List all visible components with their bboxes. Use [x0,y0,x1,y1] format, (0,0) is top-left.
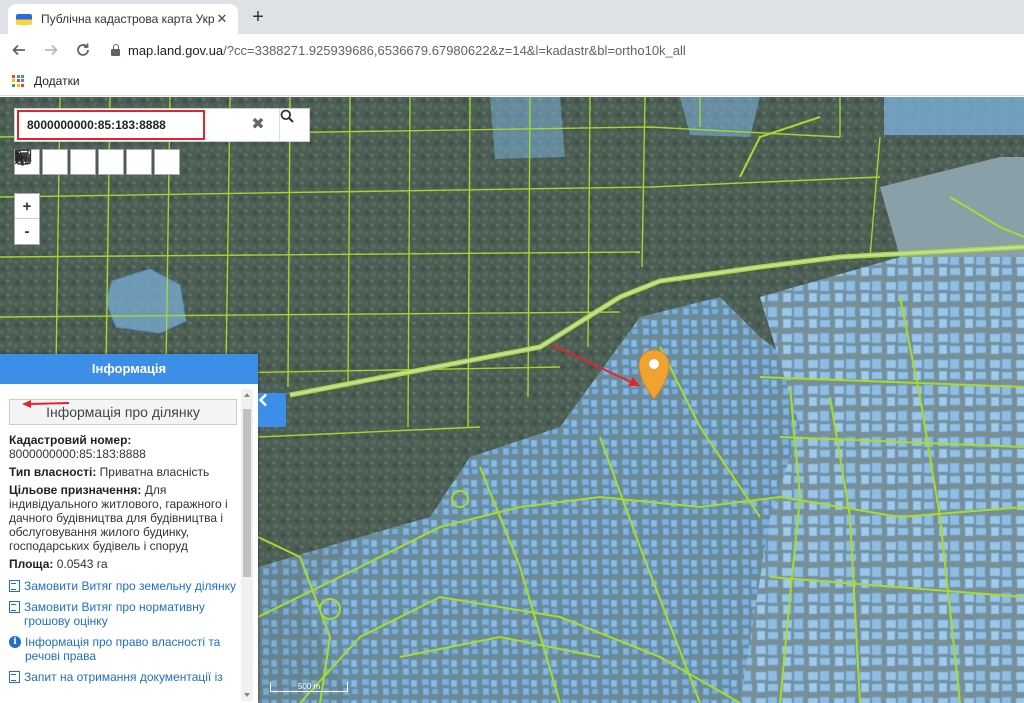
apps-grid-icon[interactable] [12,74,24,87]
cadastral-number-value: 8000000000:85:183:8888 [9,447,146,461]
chevron-left-icon [258,393,267,407]
reload-icon [77,43,89,56]
bookmarks-apps-label[interactable]: Додатки [34,74,80,88]
ownership-row: Тип власності: Приватна власність [9,465,237,479]
select-tool-button[interactable] [16,149,124,175]
ownership-value: Приватна власність [99,465,210,479]
search-button[interactable] [279,109,310,141]
apps-grid-dot [16,79,20,82]
info-panel-body: Інформація про ділянку Кадастровий номер… [0,384,258,703]
order-valuation-extract-link[interactable]: Замовити Витяг про нормативну грошову оц… [9,600,237,628]
map-scale-bar: 500 m [270,682,348,692]
measure-length-button[interactable]: M [16,149,68,175]
back-button[interactable] [6,37,32,63]
area-label: Площа: [9,557,54,571]
document-icon [9,580,20,592]
lock-icon [110,44,120,56]
purpose-label: Цільове призначення: [9,483,142,497]
zoom-in-button[interactable]: + [15,194,39,219]
scroll-down-icon[interactable] [244,693,250,697]
documentation-request-link[interactable]: Запит на отримання документації із [9,670,237,684]
tab-close-icon[interactable]: ✕ [214,11,230,27]
apps-grid-dot [21,79,24,82]
cadastral-number-row: 8000000000:85:183:8888 [9,400,237,461]
area-value: 0.0543 га [56,557,108,571]
clear-search-icon[interactable]: ✖ [248,115,268,135]
scrollbar-thumb[interactable] [243,409,251,577]
order-land-extract-link[interactable]: Замовити Витяг про земельну ділянку [9,579,237,593]
route-button[interactable] [14,149,180,175]
collapse-panel-button[interactable] [258,393,286,427]
url-host: map.land.gov.ua [128,42,224,58]
zoom-out-button[interactable]: - [15,219,39,244]
browser-tab[interactable]: Публічна кадастрова карта Укр ✕ [8,4,238,34]
cadastral-search-input[interactable] [17,110,205,140]
apps-grid-dot [12,79,15,82]
search-icon [280,109,294,123]
address-bar[interactable]: map.land.gov.ua/?cc=3388271.925939686,65… [108,36,1003,64]
measure-area-button[interactable]: M2 [15,149,96,175]
ownership-label: Тип власності: [9,465,97,479]
scroll-up-icon[interactable] [244,393,250,397]
info-panel: Інформація Інформація про ділянку Кадаст… [0,354,258,703]
browser-toolbar: map.land.gov.ua/?cc=3388271.925939686,65… [0,34,1024,66]
reload-button[interactable] [70,37,96,63]
cadastral-number-label: Кадастровий номер: [9,433,132,447]
link-text[interactable]: Замовити Витяг про земельну ділянку [24,579,236,593]
browser-tab-bar: Публічна кадастрова карта Укр ✕ + [0,0,1024,34]
link-text[interactable]: Інформація про право власності та речові… [25,635,237,663]
document-icon [9,601,20,613]
arrow-right-icon [45,44,58,56]
identify-button[interactable]: ? [14,149,152,175]
link-text[interactable]: Замовити Витяг про нормативну грошову оц… [24,600,237,628]
red-arrow-annotation-icon [22,400,70,408]
arrow-left-icon [12,44,25,56]
apps-grid-dot [21,74,24,78]
apps-grid-dot [12,74,15,78]
cadastral-map[interactable]: ✖ M M2 ? + - Інформація [0,97,1024,703]
bookmarks-bar: Додатки [0,66,1024,96]
url-path: /?cc=3388271.925939686,6536679.67980622&… [223,42,686,58]
apps-grid-dot [16,83,20,87]
new-tab-button[interactable]: + [246,6,270,30]
purpose-row: Цільове призначення: Для індивідуального… [9,483,237,553]
apps-grid-dot [16,74,20,78]
panel-scrollbar[interactable] [241,389,253,701]
parcel-top-right [884,97,1024,135]
search-bar: ✖ [14,108,310,142]
map-tools: M M2 ? [14,149,180,175]
area-row: Площа: 0.0543 га [9,557,237,571]
ownership-rights-link[interactable]: i Інформація про право власності та речов… [9,635,237,663]
link-text[interactable]: Запит на отримання документації із [24,670,223,684]
zoom-control: + - [14,193,40,245]
info-icon: i [9,636,21,648]
info-panel-header: Інформація [0,354,258,384]
tab-title: Публічна кадастрова карта Укр [41,12,214,26]
route-icon [14,149,32,165]
site-favicon-icon [16,13,32,25]
parcel-info: Інформація про ділянку Кадастровий номер… [9,399,237,691]
document-icon [9,671,20,683]
apps-grid-dot [21,83,24,87]
forward-button[interactable] [38,37,64,63]
apps-grid-dot [12,83,15,87]
